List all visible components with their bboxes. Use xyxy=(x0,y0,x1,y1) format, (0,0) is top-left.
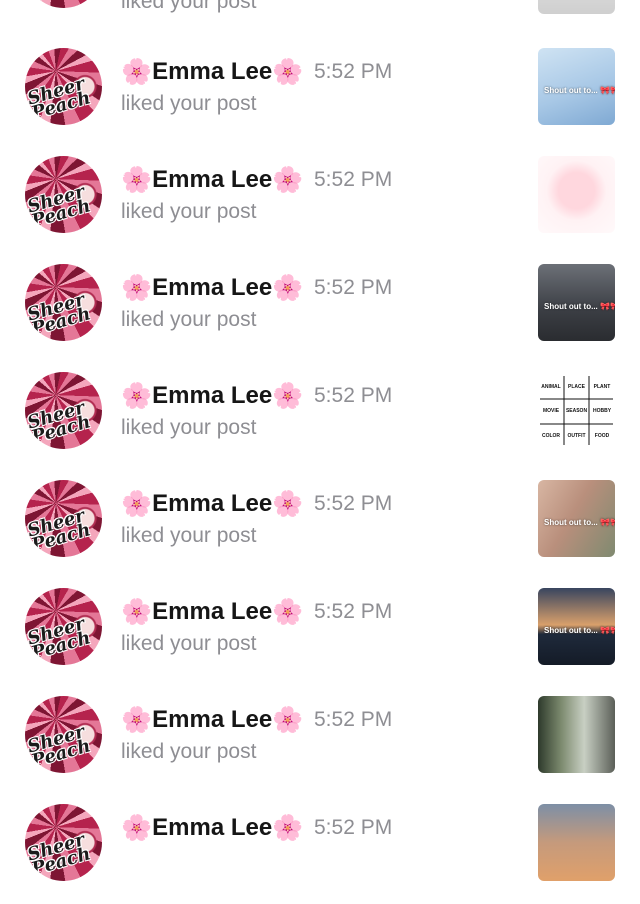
avatar[interactable]: SheerPeach xyxy=(25,696,102,773)
avatar[interactable]: SheerPeach xyxy=(25,588,102,665)
grid-word: HOBBY xyxy=(593,408,612,414)
name-line: 🌸Emma Lee🌸 xyxy=(121,273,303,303)
thumbnail-caption: Shout out to... 🎀🎀 xyxy=(544,86,615,95)
flower-icon: 🌸 xyxy=(121,166,153,194)
notification-time: 5:52 PM xyxy=(314,600,393,623)
notification-row[interactable]: Sheer Peach 🌸Emma Lee🌸 5:52 PM liked your… xyxy=(0,688,640,796)
avatar-brand-text: SheerPeach xyxy=(26,0,93,7)
grid-word: COLOR xyxy=(542,433,560,439)
flower-icon: 🌸 xyxy=(121,490,153,518)
grid-word: SEASON xyxy=(566,408,588,414)
flower-icon: 🌸 xyxy=(121,274,153,302)
grid-word: PLANT xyxy=(594,384,611,390)
name-line: 🌸Emma Lee🌸 xyxy=(121,165,303,195)
post-thumbnail[interactable] xyxy=(538,156,615,233)
notification-time: 5:52 PM xyxy=(314,60,393,83)
flower-icon: 🌸 xyxy=(272,706,304,734)
notification-action: liked your post xyxy=(121,200,257,223)
notification-row-partial[interactable]: SheerPeach liked your post xyxy=(0,0,640,23)
avatar-brand-text: SheerPeach xyxy=(25,181,93,233)
grid-word: PLACE xyxy=(568,384,586,390)
flower-icon: 🌸 xyxy=(121,382,153,410)
user-name[interactable]: Emma Lee xyxy=(152,490,272,517)
notification-action: liked your post xyxy=(121,92,257,115)
notification-row[interactable]: Sheer Peach 🌸Emma Lee🌸 5:52 PM liked your… xyxy=(0,580,640,688)
notification-row[interactable]: Sheer Peach 🌸Emma Lee🌸 5:52 PM liked your… xyxy=(0,364,640,472)
user-name[interactable]: Emma Lee xyxy=(152,598,272,625)
grid-word: ANIMAL xyxy=(541,384,560,390)
grid-word: OUTFIT xyxy=(567,433,585,439)
user-name[interactable]: Emma Lee xyxy=(152,814,272,841)
flower-icon: 🌸 xyxy=(272,598,304,626)
post-thumbnail[interactable]: Shout out to... 🎀🎀 xyxy=(538,48,615,125)
notification-action: liked your post xyxy=(121,524,257,547)
notification-time: 5:52 PM xyxy=(314,168,393,191)
name-line: 🌸Emma Lee🌸 xyxy=(121,813,303,843)
flower-icon: 🌸 xyxy=(121,814,153,842)
avatar-brand-text: SheerPeach xyxy=(25,721,93,773)
avatar[interactable]: SheerPeach xyxy=(25,480,102,557)
thumbnail-caption: Shout out to... 🎀🎀 xyxy=(544,626,615,635)
avatar[interactable]: SheerPeach xyxy=(25,0,102,8)
post-thumbnail[interactable] xyxy=(538,696,615,773)
name-line: 🌸Emma Lee🌸 xyxy=(121,489,303,519)
user-name[interactable]: Emma Lee xyxy=(152,166,272,193)
flower-icon: 🌸 xyxy=(121,706,153,734)
avatar-brand-text: SheerPeach xyxy=(25,613,93,665)
avatar[interactable]: SheerPeach xyxy=(25,804,102,881)
thumbnail-caption: Shout out to... 🎀🎀 xyxy=(544,302,615,311)
post-thumbnail[interactable]: Shout out to... 🎀🎀 xyxy=(538,588,615,665)
notification-time: 5:52 PM xyxy=(314,708,393,731)
name-line: 🌸Emma Lee🌸 xyxy=(121,57,303,87)
avatar-brand-text: SheerPeach xyxy=(25,505,93,557)
notification-action: liked your post xyxy=(121,632,257,655)
flower-icon: 🌸 xyxy=(272,166,304,194)
user-name[interactable]: Emma Lee xyxy=(152,706,272,733)
notifications-feed: SheerPeach liked your post SheerPeach 🌸E… xyxy=(0,0,640,881)
avatar[interactable]: SheerPeach xyxy=(25,372,102,449)
flower-icon: 🌸 xyxy=(272,58,304,86)
post-thumbnail[interactable] xyxy=(538,0,615,14)
grid-thumbnail-graphic: ANIMAL PLACE PLANT MOVIE SEASON HOBBY COLOR OUT… xyxy=(540,376,613,445)
avatar-brand-text: SheerPeach xyxy=(25,829,93,881)
post-thumbnail[interactable]: Shout out to... 🎀🎀 xyxy=(538,480,615,557)
notification-row[interactable]: Sheer Peach 🌸Emma Lee🌸 5:52 PM liked your… xyxy=(0,256,640,364)
avatar-brand-text: SheerPeach xyxy=(25,73,93,125)
flower-icon: 🌸 xyxy=(272,274,304,302)
notification-row[interactable]: Sheer Peach 🌸Emma Lee🌸 5:52 PM liked your… xyxy=(0,472,640,580)
avatar-brand-text: SheerPeach xyxy=(25,397,93,449)
notification-time: 5:52 PM xyxy=(314,492,393,515)
notification-row[interactable]: Sheer Peach 🌸Emma Lee🌸 5:52 PM liked your… xyxy=(0,148,640,256)
notification-action: liked your post xyxy=(121,416,257,439)
post-thumbnail[interactable]: ANIMAL PLACE PLANT MOVIE SEASON HOBBY COLOR OUT… xyxy=(538,372,615,449)
name-line: 🌸Emma Lee🌸 xyxy=(121,705,303,735)
grid-word: MOVIE xyxy=(543,408,560,414)
thumbnail-caption: Shout out to... 🎀🎀 xyxy=(544,518,615,527)
notification-action: liked your post xyxy=(121,308,257,331)
avatar-brand-text: SheerPeach xyxy=(25,289,93,341)
user-name[interactable]: Emma Lee xyxy=(152,274,272,301)
name-line: 🌸Emma Lee🌸 xyxy=(121,381,303,411)
grid-word: FOOD xyxy=(595,433,610,439)
notification-time: 5:52 PM xyxy=(314,276,393,299)
notification-time: 5:52 PM xyxy=(314,384,393,407)
notification-action: liked your post xyxy=(121,740,257,763)
notification-action: liked your post xyxy=(121,0,257,13)
notification-row[interactable]: Sheer Peach 🌸Emma Lee🌸 5:52 PM xyxy=(0,796,640,904)
flower-icon: 🌸 xyxy=(121,58,153,86)
flower-icon: 🌸 xyxy=(121,598,153,626)
post-thumbnail[interactable]: Shout out to... 🎀🎀 xyxy=(538,264,615,341)
avatar[interactable]: SheerPeach xyxy=(25,156,102,233)
flower-icon: 🌸 xyxy=(272,382,304,410)
post-thumbnail[interactable] xyxy=(538,804,615,881)
avatar[interactable]: SheerPeach xyxy=(25,264,102,341)
user-name[interactable]: Emma Lee xyxy=(152,382,272,409)
notification-time: 5:52 PM xyxy=(314,816,393,839)
user-name[interactable]: Emma Lee xyxy=(152,58,272,85)
notification-row[interactable]: Sheer Peach 🌸Emma Lee🌸 5:52 PM liked your… xyxy=(0,40,640,148)
flower-icon: 🌸 xyxy=(272,814,304,842)
name-line: 🌸Emma Lee🌸 xyxy=(121,597,303,627)
flower-icon: 🌸 xyxy=(272,490,304,518)
avatar[interactable]: SheerPeach xyxy=(25,48,102,125)
